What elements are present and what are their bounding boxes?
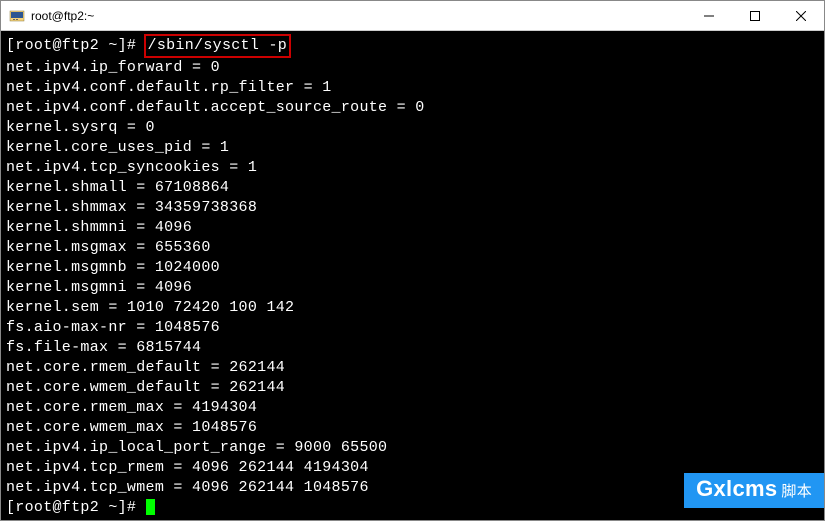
output-line: kernel.msgmnb = 1024000: [6, 258, 819, 278]
output-line: net.core.rmem_max = 4194304: [6, 398, 819, 418]
titlebar[interactable]: root@ftp2:~: [1, 1, 824, 31]
minimize-button[interactable]: [686, 2, 732, 30]
output-line: net.core.wmem_default = 262144: [6, 378, 819, 398]
output-line: net.core.wmem_max = 1048576: [6, 418, 819, 438]
highlighted-command: /sbin/sysctl -p: [144, 34, 292, 58]
window-title: root@ftp2:~: [31, 9, 686, 23]
output-line: net.ipv4.tcp_syncookies = 1: [6, 158, 819, 178]
output-line: fs.file-max = 6815744: [6, 338, 819, 358]
output-line: kernel.sysrq = 0: [6, 118, 819, 138]
cursor: [146, 499, 155, 515]
putty-window: root@ftp2:~ [root@ftp2 ~]# /sbin/sysctl …: [0, 0, 825, 521]
output-line: kernel.sem = 1010 72420 100 142: [6, 298, 819, 318]
output-line: net.ipv4.ip_local_port_range = 9000 6550…: [6, 438, 819, 458]
terminal-output[interactable]: [root@ftp2 ~]# /sbin/sysctl -p net.ipv4.…: [1, 31, 824, 520]
output-line: kernel.shmmni = 4096: [6, 218, 819, 238]
shell-prompt: [root@ftp2 ~]#: [6, 37, 146, 54]
watermark-badge: Gxlcms 脚本: [684, 473, 824, 508]
watermark-sub: 脚本: [781, 482, 812, 502]
output-line: net.ipv4.conf.default.accept_source_rout…: [6, 98, 819, 118]
output-line: kernel.shmall = 67108864: [6, 178, 819, 198]
output-line: net.ipv4.conf.default.rp_filter = 1: [6, 78, 819, 98]
window-controls: [686, 1, 824, 30]
putty-icon: [9, 8, 25, 24]
shell-prompt: [root@ftp2 ~]#: [6, 499, 146, 516]
output-line: net.core.rmem_default = 262144: [6, 358, 819, 378]
output-container: net.ipv4.ip_forward = 0net.ipv4.conf.def…: [6, 58, 819, 498]
output-line: net.ipv4.ip_forward = 0: [6, 58, 819, 78]
output-line: fs.aio-max-nr = 1048576: [6, 318, 819, 338]
output-line: kernel.shmmax = 34359738368: [6, 198, 819, 218]
watermark-main: Gxlcms: [696, 479, 777, 499]
command-line: [root@ftp2 ~]# /sbin/sysctl -p: [6, 34, 819, 58]
output-line: kernel.core_uses_pid = 1: [6, 138, 819, 158]
maximize-button[interactable]: [732, 2, 778, 30]
close-button[interactable]: [778, 2, 824, 30]
output-line: kernel.msgmax = 655360: [6, 238, 819, 258]
output-line: kernel.msgmni = 4096: [6, 278, 819, 298]
